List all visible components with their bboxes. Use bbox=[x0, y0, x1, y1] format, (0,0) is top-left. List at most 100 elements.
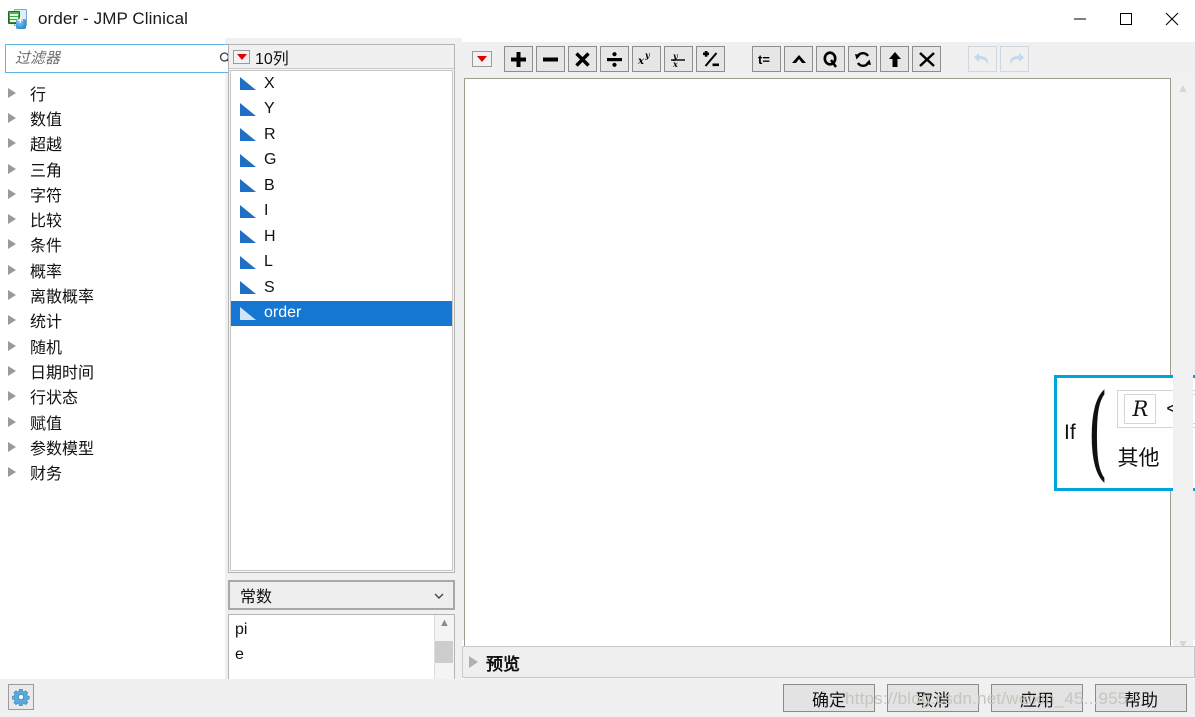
sign-toggle-button[interactable] bbox=[696, 46, 725, 72]
open-paren: ( bbox=[1087, 373, 1108, 493]
scrollbar-thumb[interactable] bbox=[435, 641, 453, 663]
triangle-right-icon bbox=[8, 188, 16, 199]
redo-button[interactable] bbox=[1000, 46, 1029, 72]
function-category-label: 字符 bbox=[30, 187, 63, 205]
function-category-item[interactable]: 三角 bbox=[0, 156, 225, 181]
function-category-item[interactable]: 行 bbox=[0, 80, 225, 105]
window-controls bbox=[1057, 0, 1195, 38]
jmp-formula-editor-window: order - JMP Clinical bbox=[0, 0, 1195, 717]
maximize-icon[interactable] bbox=[1103, 0, 1149, 38]
function-category-item[interactable]: 赋值 bbox=[0, 409, 225, 434]
function-category-item[interactable]: 条件 bbox=[0, 232, 225, 257]
continuous-column-icon bbox=[240, 204, 256, 218]
preview-section[interactable]: 预览 bbox=[462, 646, 1195, 678]
minus-button[interactable] bbox=[536, 46, 565, 72]
continuous-column-icon bbox=[240, 153, 256, 167]
svg-text:x: x bbox=[672, 59, 678, 68]
function-category-item[interactable]: 统计 bbox=[0, 308, 225, 333]
scroll-up-arrow[interactable]: ▲ bbox=[439, 618, 450, 629]
column-name: order bbox=[264, 304, 302, 322]
scroll-up-arrow[interactable]: ▲ bbox=[1177, 82, 1189, 94]
multiply-button[interactable] bbox=[568, 46, 597, 72]
ok-button[interactable]: 确定 bbox=[783, 684, 875, 712]
close-icon[interactable] bbox=[1149, 0, 1195, 38]
column-item[interactable]: S bbox=[231, 275, 452, 301]
cancel-button[interactable]: 取消 bbox=[887, 684, 979, 712]
triangle-right-icon bbox=[8, 315, 16, 326]
column-item[interactable]: H bbox=[231, 224, 452, 250]
gear-icon[interactable] bbox=[8, 684, 34, 710]
column-item[interactable]: X bbox=[231, 71, 452, 97]
divide-button[interactable] bbox=[600, 46, 629, 72]
undo-button[interactable] bbox=[968, 46, 997, 72]
function-category-label: 参数模型 bbox=[30, 440, 95, 458]
function-category-label: 数值 bbox=[30, 111, 63, 129]
red-triangle-menu-icon[interactable] bbox=[233, 49, 250, 64]
function-category-item[interactable]: 超越 bbox=[0, 131, 225, 156]
function-category-label: 三角 bbox=[30, 162, 63, 180]
column-item[interactable]: R bbox=[231, 122, 452, 148]
delete-button[interactable] bbox=[912, 46, 941, 72]
power-button[interactable]: xy bbox=[632, 46, 661, 72]
root-button[interactable]: yx bbox=[664, 46, 693, 72]
function-category-item[interactable]: 随机 bbox=[0, 333, 225, 358]
column-item-selected[interactable]: order bbox=[231, 300, 452, 326]
column-name: L bbox=[264, 253, 273, 271]
red-triangle-menu-icon[interactable] bbox=[472, 51, 492, 67]
columns-count-label: 10列 bbox=[255, 50, 289, 68]
function-category-item[interactable]: 概率 bbox=[0, 257, 225, 282]
continuous-column-icon bbox=[240, 230, 256, 244]
function-category-label: 行状态 bbox=[30, 390, 79, 408]
column-item[interactable]: I bbox=[231, 199, 452, 225]
function-category-list[interactable]: 行数值超越三角字符 比较 条件概率 离散概率 统计随机 日期时间行状态 赋值参数模型 财务 bbox=[0, 80, 225, 679]
column-item[interactable]: L bbox=[231, 250, 452, 276]
column-item[interactable]: B bbox=[231, 173, 452, 199]
function-category-label: 随机 bbox=[30, 339, 63, 357]
preview-label: 预览 bbox=[486, 654, 520, 674]
function-category-item[interactable]: 比较 bbox=[0, 206, 225, 231]
function-category-item[interactable]: 参数模型 bbox=[0, 434, 225, 459]
continuous-column-icon bbox=[240, 281, 256, 295]
dialog-buttons: 确定 取消 应用 帮助 bbox=[783, 684, 1187, 712]
help-button[interactable]: 帮助 bbox=[1095, 684, 1187, 712]
column-item[interactable]: Y bbox=[231, 97, 452, 123]
rotate-left-button[interactable] bbox=[816, 46, 845, 72]
constant-item[interactable]: e bbox=[235, 642, 434, 667]
constant-item[interactable]: pi bbox=[235, 617, 434, 642]
function-category-item[interactable]: 数值 bbox=[0, 105, 225, 130]
function-category-label: 概率 bbox=[30, 263, 63, 281]
triangle-right-icon bbox=[8, 391, 16, 402]
svg-text:x: x bbox=[637, 56, 645, 67]
function-category-label: 超越 bbox=[30, 137, 63, 155]
continuous-column-icon bbox=[240, 77, 256, 91]
column-name: H bbox=[264, 227, 276, 245]
move-up-button[interactable] bbox=[880, 46, 909, 72]
triangle-right-icon bbox=[8, 138, 16, 149]
formula-vertical-scrollbar[interactable]: ▲ ▼ bbox=[1173, 78, 1193, 654]
triangle-right-icon bbox=[8, 87, 16, 98]
column-name: S bbox=[264, 278, 275, 296]
plus-button[interactable] bbox=[504, 46, 533, 72]
window-title: order - JMP Clinical bbox=[38, 9, 189, 28]
function-category-item[interactable]: 日期时间 bbox=[0, 358, 225, 383]
formula-canvas[interactable]: If ( R < 0.9 ⇒ 0 其他 ⇒ bbox=[464, 78, 1195, 654]
function-category-item[interactable]: 行状态 bbox=[0, 384, 225, 409]
search-input[interactable] bbox=[13, 49, 218, 68]
operator-button-group: xy yx bbox=[504, 46, 728, 72]
apply-button[interactable]: 应用 bbox=[991, 684, 1083, 712]
column-item[interactable]: G bbox=[231, 148, 452, 174]
condition-variable[interactable]: R bbox=[1124, 394, 1157, 424]
column-name: Y bbox=[264, 100, 275, 118]
svg-text:y: y bbox=[644, 51, 651, 60]
columns-list[interactable]: X Y R G B I H L Sorder bbox=[230, 70, 453, 571]
function-category-item[interactable]: 字符 bbox=[0, 181, 225, 206]
constants-category-select[interactable]: 常数 bbox=[228, 580, 455, 610]
function-category-item[interactable]: 财务 bbox=[0, 459, 225, 484]
insert-above-button[interactable] bbox=[784, 46, 813, 72]
swap-button[interactable] bbox=[848, 46, 877, 72]
filter-input-box[interactable] bbox=[5, 44, 239, 73]
minimize-icon[interactable] bbox=[1057, 0, 1103, 38]
functions-panel: 行数值超越三角字符比较条件概率离散概率统计随机日期时间行状态赋值参数模型财务 bbox=[0, 38, 265, 679]
local-variable-button[interactable]: t= bbox=[752, 46, 781, 72]
function-category-item[interactable]: 离散概率 bbox=[0, 282, 225, 307]
